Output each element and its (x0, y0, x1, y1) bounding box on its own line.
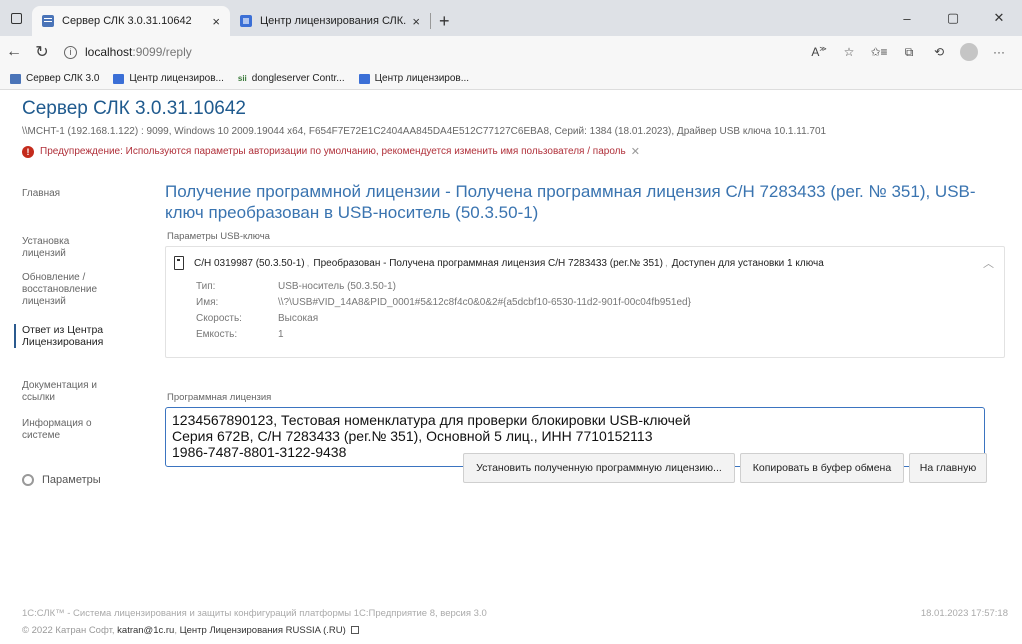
sidebar-item-label: Параметры (42, 474, 101, 486)
sidebar-item-update[interactable]: Обновление / восстановление лицензий (14, 272, 144, 308)
tab-actions-icon[interactable] (0, 0, 32, 36)
tab-title: Центр лицензирования СЛК.RU (260, 15, 407, 27)
footer-product-info: 1С:СЛК™ - Система лицензирования и защит… (22, 608, 487, 619)
license-section-label: Программная лицензия (167, 392, 272, 403)
install-license-button[interactable]: Установить полученную программную лиценз… (463, 453, 735, 483)
field-label: Скорость: (196, 313, 242, 324)
favorites-icon[interactable]: ✩≡ (864, 45, 894, 59)
sidebar-item-install[interactable]: Установка лицензий (14, 236, 144, 260)
bookmark-server[interactable]: Сервер СЛК 3.0 (10, 73, 99, 84)
page-title: Получение программной лицензии - Получен… (165, 182, 976, 222)
field-value: USB-носитель (50.3.50-1) (278, 281, 396, 292)
back-icon[interactable]: ← (0, 43, 28, 61)
field-label: Тип: (196, 281, 216, 292)
warning-text: Предупреждение: Используются параметры а… (40, 146, 626, 157)
warning-icon: ! (22, 145, 34, 158)
read-aloud-icon[interactable]: A≫ (804, 45, 834, 59)
copy-to-clipboard-button[interactable]: Копировать в буфер обмена (740, 453, 904, 483)
tab-title: Сервер СЛК 3.0.31.10642 (62, 15, 192, 27)
collapse-icon[interactable]: ︿ (983, 255, 994, 271)
url-host: localhost (85, 45, 133, 59)
browser-toolbar: A≫ ☆ ✩≡ ⧉ ⟲ ··· (804, 43, 1014, 61)
field-label: Емкость: (196, 329, 238, 340)
footer-copyright: © 2022 Катран Софт, katran@1c.ru, Центр … (22, 625, 360, 636)
url-path: :9099/reply (132, 45, 192, 59)
page-icon (240, 15, 252, 27)
sii-icon: sii (237, 73, 247, 83)
minimize-button[interactable]: – (884, 11, 930, 26)
sidebar-item-docs[interactable]: Документация и ссылки (14, 380, 144, 404)
footer-datetime: 18.01.2023 17:57:18 (920, 608, 1008, 619)
email-link[interactable]: katran@1c.ru (117, 625, 174, 636)
usb-key-status: Преобразован - Получена программная лице… (313, 257, 663, 269)
page-content: Сервер СЛК 3.0.31.10642 \\MCHT-1 (192.16… (0, 90, 1022, 644)
server-title: Сервер СЛК 3.0.31.10642 (22, 98, 246, 119)
bookmark-label: dongleserver Contr... (251, 73, 345, 84)
usb-key-icon (174, 256, 184, 270)
sidebar-item-reply[interactable]: Ответ из Центра Лицензирования (14, 324, 144, 348)
sidebar-item-home[interactable]: Главная (14, 188, 144, 200)
home-button[interactable]: На главную (909, 453, 987, 483)
close-window-button[interactable]: ✕ (976, 10, 1022, 26)
add-favorite-icon[interactable]: ☆ (834, 45, 864, 59)
page-icon (113, 73, 125, 84)
bookmark-label: Центр лицензиров... (129, 73, 224, 84)
usb-key-available: Доступен для установки 1 ключа (671, 257, 824, 269)
bookmark-dongleserver[interactable]: sii dongleserver Contr... (238, 73, 345, 84)
bookmarks-bar: Сервер СЛК 3.0 Центр лицензиров... sii d… (0, 68, 1022, 90)
doc-icon (42, 15, 54, 27)
field-value: \\?\USB#VID_14A8&PID_0001#5&12c8f4c0&0&2… (278, 297, 691, 308)
more-icon[interactable]: ··· (984, 45, 1014, 59)
doc-icon (10, 73, 21, 84)
bookmark-license-center-2[interactable]: Центр лицензиров... (358, 73, 470, 84)
page-icon (358, 73, 370, 84)
info-icon[interactable]: i (64, 45, 77, 59)
usb-key-serial: С/Н 0319987 (50.3.50-1) (194, 257, 305, 269)
address-bar: ← ↻ i localhost:9099/reply A≫ ☆ ✩≡ ⧉ ⟲ ·… (0, 36, 1022, 68)
bookmark-label: Сервер СЛК 3.0 (26, 73, 100, 84)
browser-tab-bar: Сервер СЛК 3.0.31.10642 × Центр лицензир… (0, 0, 1022, 36)
profile-avatar[interactable] (960, 43, 978, 61)
close-tab-icon[interactable]: × (412, 14, 420, 29)
usb-key-header[interactable]: С/Н 0319987 (50.3.50-1), Преобразован - … (174, 256, 824, 270)
dismiss-warning-icon[interactable]: ✕ (631, 145, 640, 158)
field-value: Высокая (278, 313, 319, 324)
new-tab-button[interactable]: + (431, 6, 458, 36)
gear-icon (22, 474, 34, 486)
tab-license-center[interactable]: Центр лицензирования СЛК.RU × (230, 6, 430, 36)
collections-icon[interactable]: ⧉ (894, 45, 924, 60)
field-label: Имя: (196, 297, 219, 308)
license-center-link[interactable]: Центр Лицензирования RUSSIA (.RU) (180, 625, 346, 636)
sidebar-item-params[interactable]: Параметры (14, 474, 144, 486)
external-link-icon (351, 626, 360, 634)
tab-server[interactable]: Сервер СЛК 3.0.31.10642 × (32, 6, 230, 36)
reload-icon[interactable]: ↻ (28, 42, 56, 62)
bookmark-label: Центр лицензиров... (374, 73, 470, 84)
bookmark-license-center-1[interactable]: Центр лицензиров... (113, 73, 224, 84)
history-icon[interactable]: ⟲ (924, 45, 954, 59)
usb-section-label: Параметры USB-ключа (167, 231, 270, 242)
close-tab-icon[interactable]: × (212, 14, 220, 29)
sidebar-item-sysinfo[interactable]: Информация о системе (14, 418, 144, 442)
warning-banner: ! Предупреждение: Используются параметры… (22, 145, 640, 158)
copyright-text: © 2022 Катран Софт, (22, 625, 115, 636)
usb-key-card: С/Н 0319987 (50.3.50-1), Преобразован - … (165, 246, 1005, 358)
maximize-button[interactable]: ▢ (930, 10, 976, 26)
window-controls: – ▢ ✕ (884, 0, 1022, 36)
server-info: \\MCHT-1 (192.168.1.122) : 9099, Windows… (22, 126, 827, 137)
field-value: 1 (278, 329, 284, 340)
url-field[interactable]: i localhost:9099/reply (64, 45, 804, 59)
